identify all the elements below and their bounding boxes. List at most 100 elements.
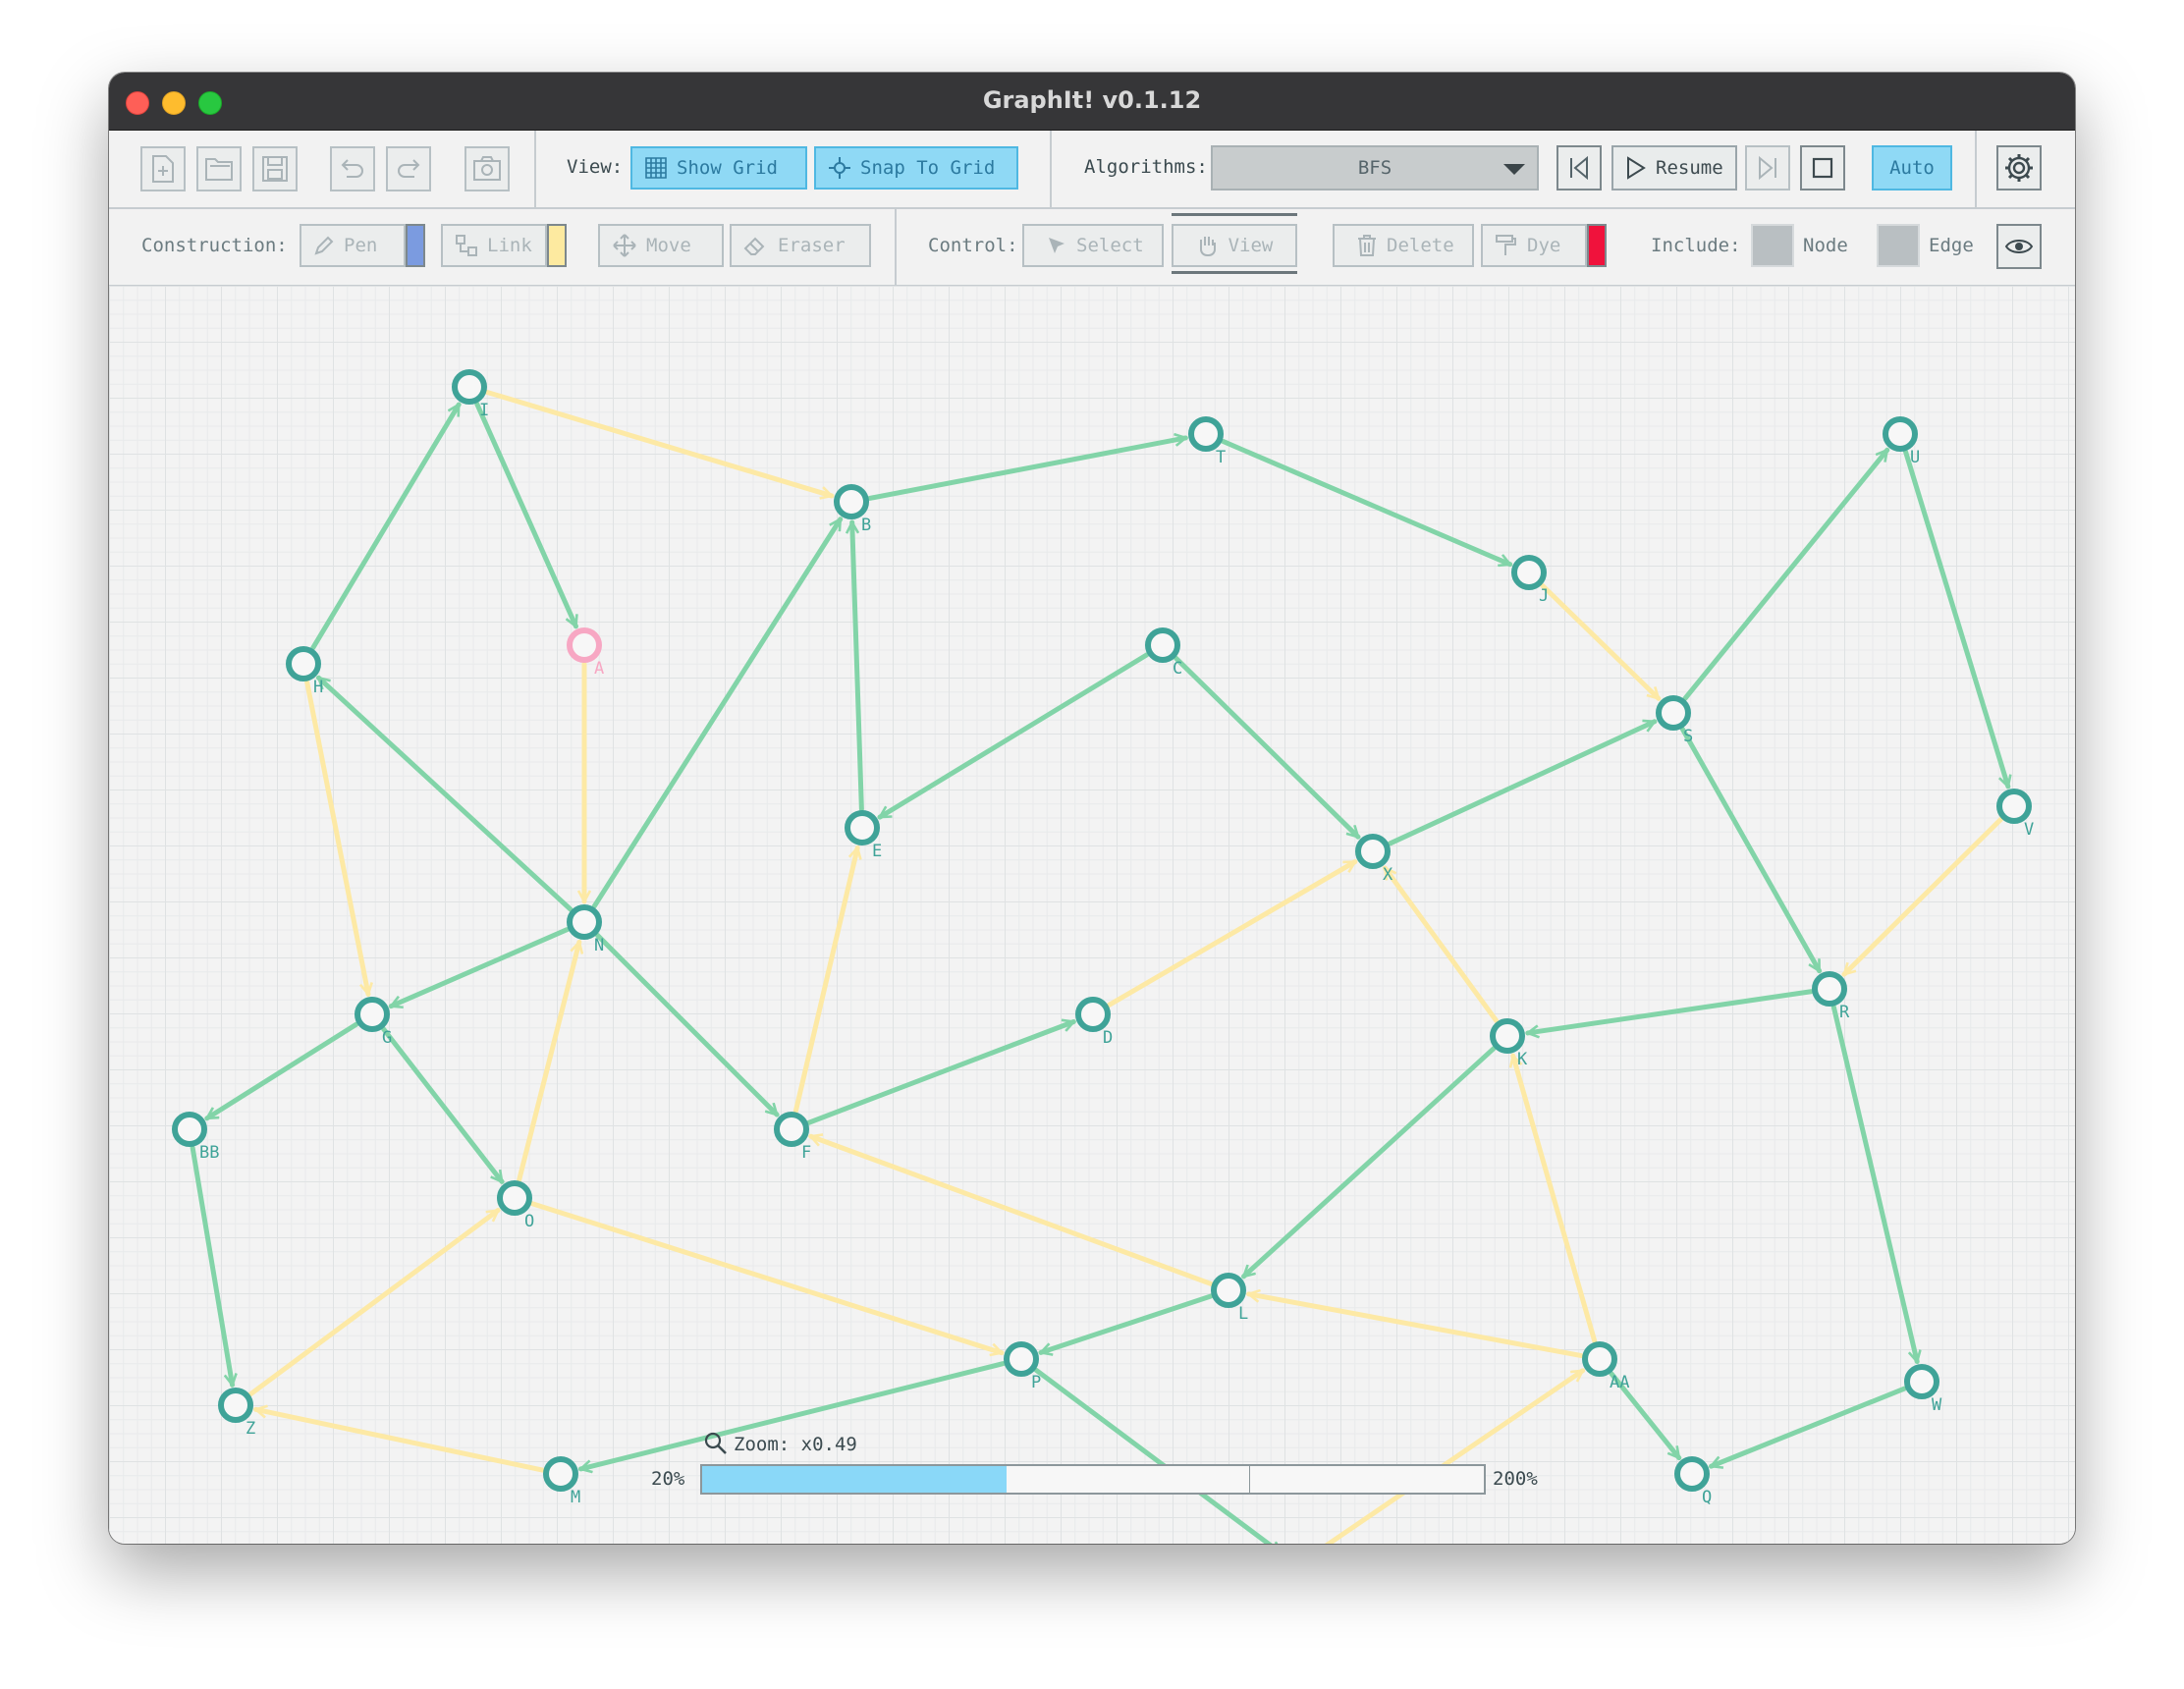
node-circle[interactable] [1904, 1364, 1939, 1399]
node-circle[interactable] [1511, 555, 1547, 590]
node-Q[interactable]: Q [1674, 1456, 1712, 1507]
new-file-button[interactable] [140, 146, 186, 191]
edge-AA-L[interactable] [1249, 1294, 1584, 1359]
dye-color-swatch[interactable] [1587, 224, 1607, 267]
node-J[interactable]: J [1511, 555, 1549, 606]
node-E[interactable]: E [845, 810, 882, 861]
node-circle[interactable] [452, 369, 487, 405]
edge-P-Y[interactable] [1033, 1367, 1281, 1544]
edge-S-U[interactable] [1682, 447, 1890, 701]
node-circle[interactable] [834, 484, 869, 519]
step-forward-button[interactable] [1745, 145, 1790, 191]
edge-Z-O[interactable] [247, 1208, 501, 1397]
undo-button[interactable] [330, 146, 375, 191]
node-L[interactable]: L [1211, 1273, 1248, 1324]
edge-B-T[interactable] [867, 438, 1186, 501]
pen-color-swatch[interactable] [406, 224, 425, 267]
node-circle[interactable] [1996, 789, 2032, 824]
graph-canvas[interactable]: ITUBJHACSEVNXGDRKBBFOLPAAWZMQY Zoom: x0.… [109, 286, 2075, 1544]
node-G[interactable]: G [355, 997, 392, 1048]
node-circle[interactable] [1582, 1341, 1617, 1377]
node-circle[interactable] [1674, 1456, 1710, 1492]
node-H[interactable]: H [286, 646, 323, 697]
edge-Y-AA[interactable] [1313, 1368, 1586, 1544]
edge-L-P[interactable] [1041, 1293, 1214, 1352]
node-circle[interactable] [1075, 997, 1111, 1032]
node-circle[interactable] [774, 1112, 809, 1147]
node-circle[interactable] [1883, 416, 1918, 452]
node-M[interactable]: M [543, 1456, 580, 1507]
edge-R-W[interactable] [1830, 1004, 1917, 1361]
settings-button[interactable] [1996, 145, 2042, 191]
edge-E-B[interactable] [852, 519, 864, 812]
edge-K-L[interactable] [1241, 1046, 1497, 1280]
dye-tool-button[interactable]: Dye [1481, 224, 1587, 267]
node-U[interactable]: U [1883, 416, 1920, 467]
edge-S-R[interactable] [1679, 727, 1823, 974]
node-I[interactable]: I [452, 369, 489, 420]
edge-V-R[interactable] [1841, 816, 2003, 977]
node-D[interactable]: D [1075, 997, 1113, 1048]
edge-N-H[interactable] [315, 675, 573, 912]
node-circle[interactable] [355, 997, 390, 1032]
edge-G-O[interactable] [381, 1026, 505, 1184]
resume-button[interactable]: Resume [1611, 145, 1737, 191]
edge-R-K[interactable] [1528, 989, 1814, 1033]
algorithm-select[interactable]: BFS [1211, 145, 1539, 191]
visibility-toggle-button[interactable] [1996, 224, 2042, 269]
show-grid-button[interactable]: Show Grid [630, 146, 807, 190]
node-circle[interactable] [1004, 1341, 1039, 1377]
link-tool-button[interactable]: Link [441, 224, 547, 267]
edge-C-X[interactable] [1174, 655, 1361, 840]
node-circle[interactable] [845, 810, 880, 845]
edge-C-E[interactable] [877, 652, 1150, 820]
include-node-checkbox[interactable] [1751, 224, 1794, 267]
edge-J-S[interactable] [1540, 582, 1662, 701]
title-bar[interactable]: GraphIt! v0.1.12 [109, 73, 2075, 131]
edge-BB-Z[interactable] [190, 1145, 232, 1386]
edge-I-A[interactable] [474, 401, 578, 629]
move-tool-button[interactable]: Move [598, 224, 724, 267]
node-AA[interactable]: AA [1582, 1341, 1629, 1392]
edge-AA-K[interactable] [1513, 1056, 1598, 1344]
node-A[interactable]: A [567, 627, 604, 679]
node-BB[interactable]: BB [172, 1112, 219, 1163]
edge-K-X[interactable] [1382, 865, 1500, 1024]
node-S[interactable]: S [1656, 695, 1693, 746]
node-circle[interactable] [567, 904, 602, 940]
node-X[interactable]: X [1355, 834, 1393, 885]
node-circle[interactable] [543, 1456, 578, 1492]
node-circle[interactable] [1656, 695, 1691, 731]
edge-L-F[interactable] [811, 1136, 1214, 1286]
edge-H-I[interactable] [310, 402, 462, 651]
node-V[interactable]: V [1996, 789, 2034, 840]
edge-M-Z[interactable] [256, 1409, 545, 1473]
select-tool-button[interactable]: Select [1022, 224, 1164, 267]
edge-T-J[interactable] [1220, 438, 1513, 568]
node-circle[interactable] [218, 1388, 253, 1423]
edge-O-N[interactable] [517, 942, 579, 1183]
edge-D-X[interactable] [1106, 859, 1358, 1008]
node-Z[interactable]: Z [218, 1388, 255, 1439]
node-T[interactable]: T [1188, 416, 1226, 467]
edge-W-Q[interactable] [1711, 1386, 1907, 1466]
node-circle[interactable] [286, 646, 321, 681]
link-color-swatch[interactable] [547, 224, 567, 267]
step-back-button[interactable] [1556, 145, 1602, 191]
node-circle[interactable] [1211, 1273, 1246, 1308]
node-circle[interactable] [497, 1180, 532, 1216]
edge-I-B[interactable] [484, 389, 832, 495]
graph-svg[interactable]: ITUBJHACSEVNXGDRKBBFOLPAAWZMQY [109, 286, 2075, 1544]
node-R[interactable]: R [1812, 971, 1850, 1022]
edge-H-G[interactable] [304, 680, 368, 995]
node-P[interactable]: P [1004, 1341, 1041, 1392]
edge-U-V[interactable] [1903, 449, 2008, 787]
edge-N-F[interactable] [594, 932, 780, 1117]
open-file-button[interactable] [196, 146, 242, 191]
node-F[interactable]: F [774, 1112, 811, 1163]
node-circle[interactable] [172, 1112, 207, 1147]
edge-G-BB[interactable] [204, 1021, 359, 1121]
edge-X-S[interactable] [1387, 719, 1658, 846]
edge-F-D[interactable] [806, 1021, 1074, 1125]
screenshot-button[interactable] [464, 146, 510, 191]
